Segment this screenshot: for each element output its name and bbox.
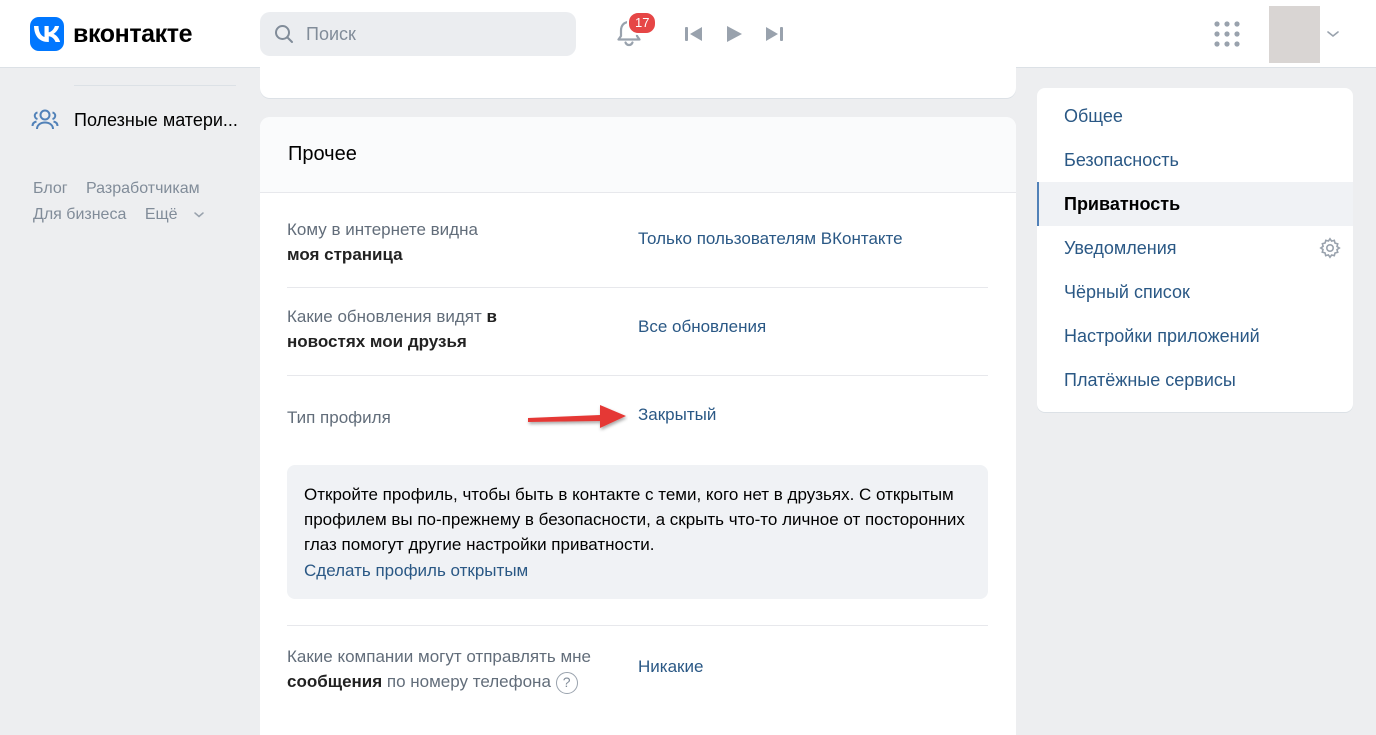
privacy-other-section: Прочее Кому в интернете видна моя страни… [260,117,1016,735]
users-icon [31,109,59,130]
footer-link-business[interactable]: Для бизнеса [33,206,126,223]
make-profile-open-link[interactable]: Сделать профиль открытым [304,557,971,585]
sidebar-item-label: Полезные матери... [74,109,238,130]
menu-item-notifications[interactable]: Уведомления [1037,226,1353,270]
notifications-badge: 17 [627,11,658,35]
section-header: Прочее [260,117,1016,193]
menu-item-app-settings[interactable]: Настройки приложений [1037,314,1353,358]
next-track-icon[interactable] [764,24,784,44]
previous-section-card [260,58,1016,98]
vk-logo-icon [30,17,64,51]
footer-link-more-label: Ещё [144,206,178,223]
setting-row-company-messages[interactable]: Какие компании могут отправлять мне сооб… [287,626,988,735]
profile-type-value-link[interactable]: Закрытый [638,405,716,425]
search-input[interactable]: Поиск [260,12,576,56]
red-arrow-annotation [528,405,626,428]
search-icon [275,25,293,43]
gear-icon[interactable] [1319,237,1341,259]
chevron-down-icon [193,212,204,218]
search-placeholder: Поиск [306,23,356,44]
setting-row-news-updates[interactable]: Какие обновления видят в новостях мои др… [287,288,988,376]
setting-label: Кому в интернете видна моя страница [287,220,478,264]
logo-text: вконтакте [73,19,193,48]
menu-item-label: Уведомления [1064,237,1177,258]
open-profile-info-box: Откройте профиль, чтобы быть в контакте … [287,465,988,599]
setting-label: Какие компании могут отправлять мне сооб… [287,644,622,694]
play-icon[interactable] [724,24,744,44]
menu-item-payment-services[interactable]: Платёжные сервисы [1037,358,1353,402]
help-icon[interactable]: ? [555,671,578,694]
avatar[interactable] [1269,6,1320,63]
setting-row-page-visibility[interactable]: Кому в интернете видна моя страница Толь… [287,193,988,288]
apps-grid-icon[interactable] [1214,21,1240,47]
menu-item-general[interactable]: Общее [1037,94,1353,138]
settings-nav-menu: Общее Безопасность Приватность Уведомлен… [1037,88,1353,412]
footer-link-more[interactable]: Ещё [145,206,204,223]
footer-link-developers[interactable]: Разработчикам [86,180,200,197]
menu-item-blacklist[interactable]: Чёрный список [1037,270,1353,314]
footer-link-blog[interactable]: Блог [33,180,68,197]
section-title: Прочее [288,143,357,165]
footer-links: Блог Разработчикам Для бизнеса Ещё [33,176,218,228]
setting-value-link[interactable]: Только пользователям ВКонтакте [638,229,903,249]
setting-value-link[interactable]: Все обновления [638,317,766,337]
chevron-down-icon[interactable] [1327,29,1339,39]
setting-label: Какие обновления видят в новостях мои др… [287,307,497,351]
menu-item-security[interactable]: Безопасность [1037,138,1353,182]
info-text: Откройте профиль, чтобы быть в контакте … [304,485,965,554]
vk-logo[interactable]: вконтакте [30,17,193,51]
sidebar-divider [74,85,236,86]
audio-player-controls [684,24,804,44]
sidebar-item-useful-materials[interactable]: Полезные матери... [30,105,238,135]
prev-track-icon[interactable] [684,24,704,44]
menu-item-privacy[interactable]: Приватность [1037,182,1353,226]
setting-value-link[interactable]: Никакие [638,657,703,677]
